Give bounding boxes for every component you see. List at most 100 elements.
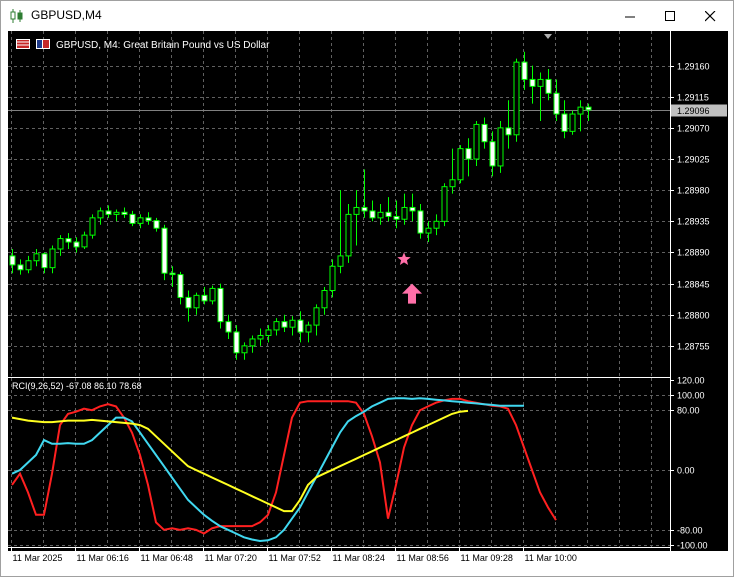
candle-body	[433, 220, 440, 229]
rci-tick-label: -80.00	[677, 526, 703, 536]
candle	[185, 290, 192, 322]
rci-tick-label: 120.00	[677, 376, 705, 386]
candle-body	[289, 319, 296, 328]
rci-lines	[11, 397, 557, 543]
candle	[249, 335, 256, 353]
candle-body	[9, 255, 16, 266]
candle-body	[185, 296, 192, 309]
candle-body	[225, 321, 232, 333]
candle	[481, 117, 488, 149]
candle	[257, 328, 264, 346]
indicator-grid	[8, 378, 670, 547]
candle-body	[265, 329, 272, 336]
candle	[177, 271, 184, 305]
candle-body	[321, 290, 328, 309]
candle-body	[89, 217, 96, 236]
signal-markers	[397, 252, 422, 304]
candle-body	[585, 106, 592, 111]
time-tick-label: 11 Mar 09:28	[461, 553, 513, 563]
maximize-button[interactable]	[653, 1, 687, 31]
time-tick-label: 11 Mar 08:24	[333, 553, 385, 563]
candle-body	[449, 179, 456, 188]
candle-body	[305, 324, 312, 333]
rci-tick-label: -100.00	[677, 541, 708, 551]
candle-body	[161, 227, 168, 274]
candle	[33, 248, 40, 267]
candle	[121, 207, 128, 218]
candle-body	[417, 210, 424, 234]
candle-body	[577, 106, 584, 115]
candle-body	[81, 234, 88, 248]
candle	[521, 51, 528, 90]
candle-body	[361, 206, 368, 212]
candle	[337, 190, 344, 274]
price-tick-label: 1.28800	[677, 311, 710, 321]
price-tick-label: 1.29115	[677, 93, 709, 103]
price-tick-label: 1.28890	[677, 248, 710, 258]
candle-body	[17, 264, 24, 271]
candle	[401, 193, 408, 225]
candle-body	[257, 334, 264, 340]
candle	[153, 217, 160, 232]
candle-body	[465, 148, 472, 160]
chart-area[interactable]: 1.29160 1.29115 1.29070 1.29025 1.28980 1.289…	[8, 31, 728, 563]
candle	[73, 237, 80, 253]
candle	[209, 285, 216, 305]
candle	[17, 259, 24, 275]
price-tick-label: 1.28755	[677, 342, 710, 352]
price-grid	[8, 31, 670, 377]
candle-body	[129, 213, 136, 224]
candle	[289, 316, 296, 336]
candle-body	[401, 206, 408, 220]
candle	[65, 233, 72, 249]
time-tick-label: 11 Mar 06:48	[141, 553, 193, 563]
candle	[553, 79, 560, 121]
candle	[441, 183, 448, 227]
candle-body	[193, 294, 200, 309]
candlestick-chart-icon	[9, 8, 25, 24]
current-price-label: 1.29096	[677, 106, 710, 116]
time-tick-label: 11 Mar 08:56	[397, 553, 449, 563]
candle-body	[249, 338, 256, 347]
candle-body	[505, 127, 512, 136]
candle-body	[241, 345, 248, 354]
candle-body	[353, 206, 360, 215]
candle-body	[473, 123, 480, 160]
candle-body	[145, 217, 152, 222]
candle	[353, 190, 360, 246]
candle-body	[425, 227, 432, 234]
price-tick-label: 1.28845	[677, 280, 710, 290]
candle-body	[209, 287, 216, 302]
time-tick-label: 11 Mar 2025	[13, 553, 63, 563]
candle	[369, 200, 376, 222]
candle	[81, 231, 88, 249]
candle	[313, 304, 320, 336]
time-tick-label: 11 Mar 10:00	[525, 553, 577, 563]
time-tick-label: 11 Mar 07:20	[205, 553, 257, 563]
app-window: GBPUSD,M4 1.29160 1.29115 1.29070 1.29025 1.…	[0, 0, 734, 577]
candle	[265, 325, 272, 343]
title-bar: GBPUSD,M4	[1, 1, 733, 31]
flag-gb-icon	[16, 39, 30, 49]
candle	[433, 214, 440, 236]
candle-body	[273, 321, 280, 331]
candle-body	[297, 319, 304, 333]
candle	[129, 210, 136, 227]
candle	[105, 205, 112, 218]
up-arrow-icon	[402, 283, 422, 304]
candle	[137, 214, 144, 229]
candle	[489, 131, 496, 177]
price-tick-label: 1.28980	[677, 186, 710, 196]
candle-body	[409, 206, 416, 212]
scroll-marker-icon[interactable]	[544, 34, 552, 39]
candle-body	[169, 272, 176, 276]
candle	[417, 204, 424, 239]
candle	[465, 138, 472, 177]
price-tick-label: 1.29070	[677, 124, 710, 134]
price-chart[interactable]: 1.29160 1.29115 1.29070 1.29025 1.28980 1.289…	[8, 31, 728, 563]
candle	[505, 100, 512, 149]
minimize-button[interactable]	[613, 1, 647, 31]
candle	[537, 72, 544, 121]
close-button[interactable]	[693, 1, 727, 31]
candle	[89, 214, 96, 239]
